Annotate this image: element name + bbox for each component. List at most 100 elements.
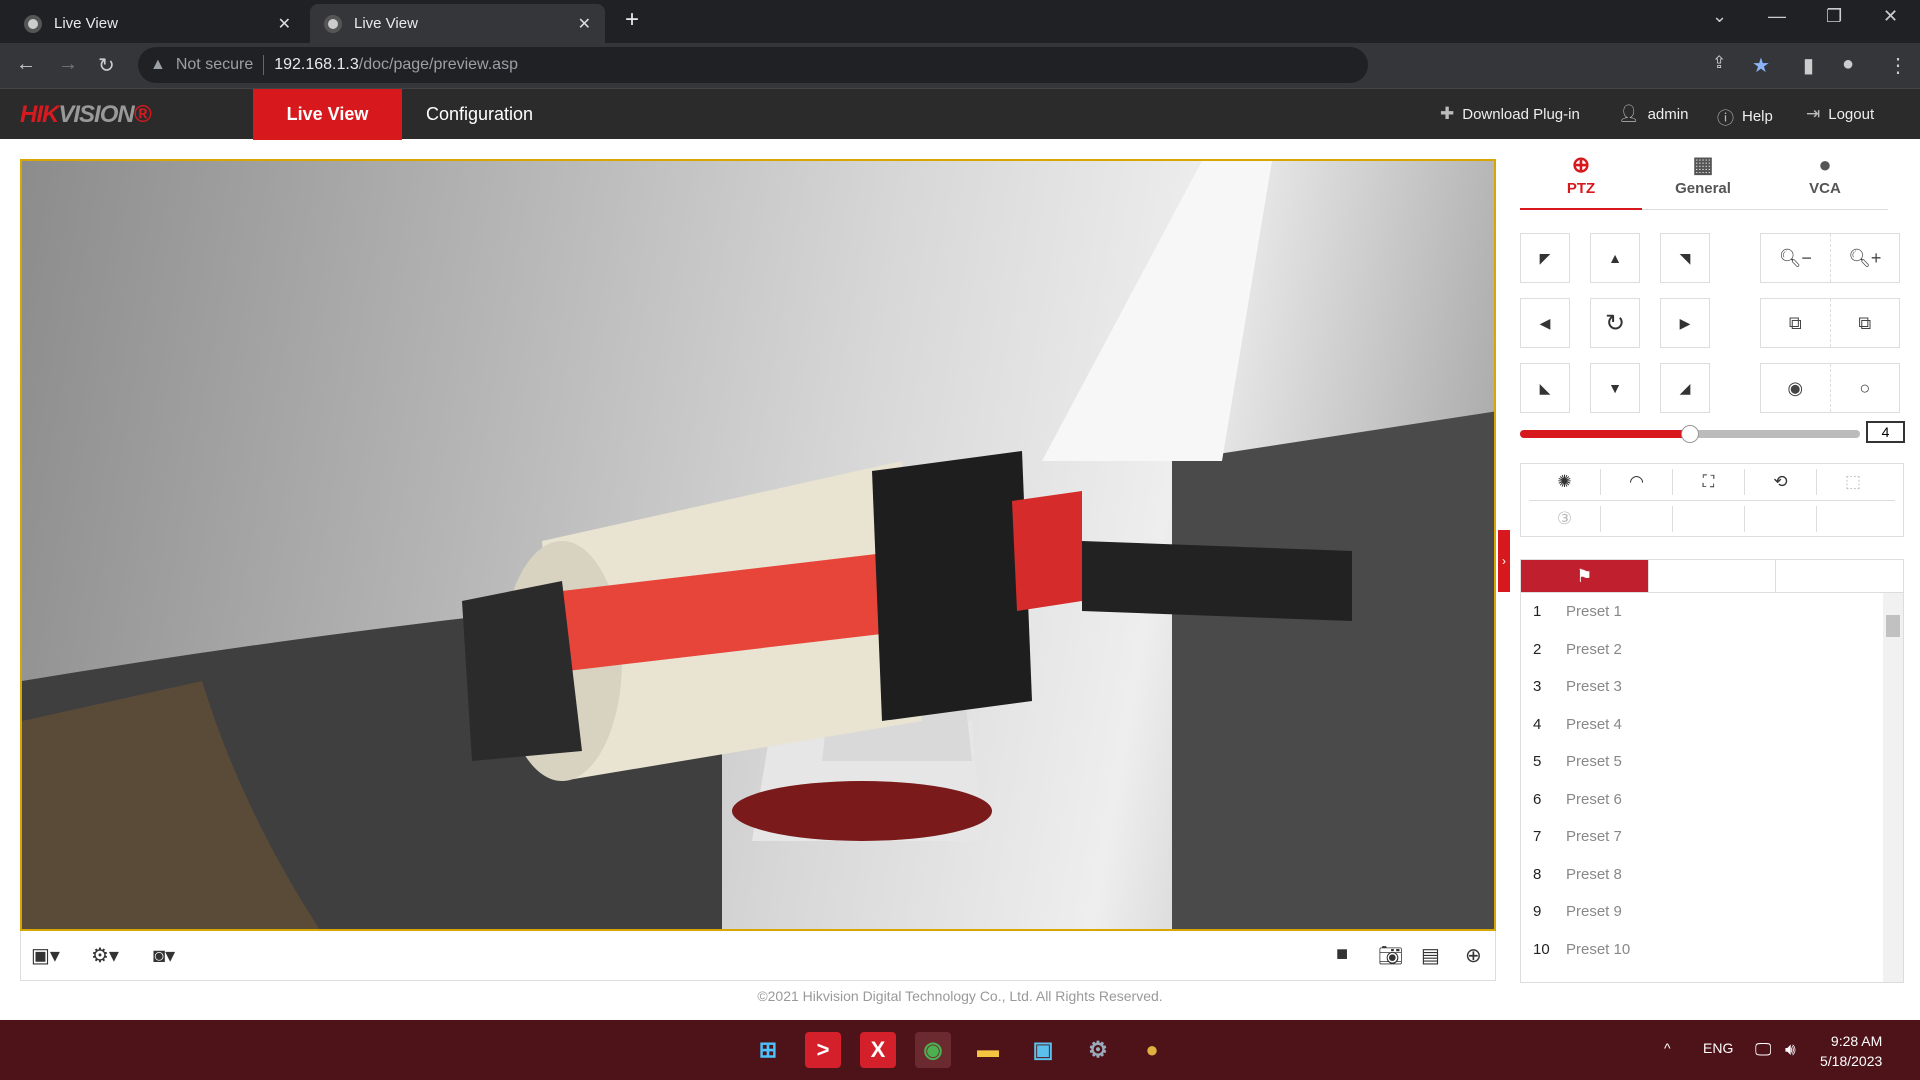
preset-number: 2 <box>1533 640 1542 658</box>
language-indicator[interactable]: ENG <box>1703 1040 1733 1056</box>
preset-item[interactable]: 5 Preset 5 <box>1521 743 1903 781</box>
ptz-speed-slider[interactable] <box>1520 425 1860 443</box>
logout-link[interactable]: ⇥ Logout <box>1806 104 1874 124</box>
pan-up-right-button[interactable]: ◥ <box>1660 233 1710 283</box>
tray-overflow-icon[interactable]: ^ <box>1664 1040 1671 1056</box>
network-icon[interactable]: 🖵︎ <box>1755 1040 1771 1060</box>
ptz-icon: ⊕ <box>1571 152 1591 177</box>
url-input[interactable]: ▲ Not secure 192.168.1.3/doc/page/previe… <box>138 47 1368 83</box>
preset-item[interactable]: 1 Preset 1 <box>1521 593 1903 631</box>
start-icon[interactable]: ⊞ <box>750 1032 786 1068</box>
help-link[interactable]: ⓘ Help <box>1717 104 1773 129</box>
iris-close-icon[interactable]: ○ <box>1831 364 1900 412</box>
pan-down-right-button[interactable]: ◢ <box>1660 363 1710 413</box>
preset-item[interactable]: 4 Preset 4 <box>1521 706 1903 744</box>
wiper-icon[interactable]: ◠ <box>1601 469 1673 495</box>
menu-icon[interactable]: ⋮ <box>1888 53 1908 78</box>
reload-button[interactable]: ↻ <box>98 53 115 78</box>
preset-tab-flag-icon[interactable]: ⚑ <box>1521 560 1648 592</box>
bookmark-star-icon[interactable]: ★ <box>1752 53 1770 78</box>
preset-label: Preset 8 <box>1566 865 1622 883</box>
new-tab-button[interactable]: + <box>625 6 639 34</box>
download-plugin-link[interactable]: ✚ Download Plug-in <box>1440 104 1580 124</box>
digital-zoom-icon[interactable]: ⊕ <box>1465 943 1482 968</box>
preset-number: 4 <box>1533 715 1542 733</box>
forward-button[interactable]: → <box>58 53 78 76</box>
preset-item[interactable]: 3 Preset 3 <box>1521 668 1903 706</box>
close-window-button[interactable]: ✕ <box>1883 6 1898 27</box>
tab-vca[interactable]: ● VCA <box>1764 150 1886 210</box>
patrol-tab[interactable] <box>1647 560 1776 592</box>
app-icon[interactable]: > <box>805 1032 841 1068</box>
stream-type-icon[interactable]: ⚙▾ <box>91 943 119 968</box>
tab-general[interactable]: ▦ General <box>1642 150 1764 210</box>
camera-favicon-icon <box>24 14 42 33</box>
preset-item[interactable]: 8 Preset 8 <box>1521 856 1903 894</box>
focus-near-icon[interactable]: ⧉ <box>1761 299 1831 347</box>
light-icon[interactable]: ✺ <box>1529 469 1601 495</box>
preset-label: Preset 2 <box>1566 640 1622 658</box>
rendering-mode-icon[interactable]: ◙▾ <box>153 943 175 968</box>
pan-down-button[interactable]: ▼ <box>1590 363 1640 413</box>
iris-open-icon[interactable]: ◉ <box>1761 364 1831 412</box>
restore-button[interactable]: ❐ <box>1826 6 1842 27</box>
live-video-feed[interactable] <box>20 159 1496 931</box>
lens-init-icon[interactable]: ⟲ <box>1745 469 1817 495</box>
zoom-in-icon[interactable]: 🔍︎+ <box>1831 234 1900 282</box>
minimize-button[interactable]: — <box>1768 6 1786 27</box>
record-icon[interactable]: ▤ <box>1421 943 1440 968</box>
preset-number: 7 <box>1533 828 1542 846</box>
pan-up-button[interactable]: ▲ <box>1590 233 1640 283</box>
browser-tab[interactable]: Live View ✕ <box>10 4 305 43</box>
user-link[interactable]: 👤︎ admin <box>1618 104 1688 124</box>
collapse-panel-button[interactable]: › <box>1498 530 1510 592</box>
slider-handle[interactable] <box>1681 425 1699 443</box>
close-tab-icon[interactable]: ✕ <box>278 14 291 34</box>
file-explorer-icon[interactable]: ▬ <box>970 1032 1006 1068</box>
auto-focus-icon[interactable]: ⛶ <box>1673 469 1745 495</box>
preset-number: 5 <box>1533 753 1542 771</box>
back-button[interactable]: ← <box>16 53 36 76</box>
auto-pan-button[interactable]: ↻ <box>1590 298 1640 348</box>
preset-item[interactable]: 9 Preset 9 <box>1521 893 1903 931</box>
pan-left-button[interactable]: ◀ <box>1520 298 1570 348</box>
control-panel-icon[interactable]: ▣ <box>1025 1032 1061 1068</box>
aux-focus-icon[interactable]: ⬚ <box>1817 469 1889 495</box>
security-label[interactable]: Not secure <box>176 56 253 74</box>
pan-right-button[interactable]: ▶ <box>1660 298 1710 348</box>
nav-live-view[interactable]: Live View <box>253 89 402 140</box>
settings-icon[interactable]: ⚙ <box>1080 1032 1116 1068</box>
preset-item[interactable]: 2 Preset 2 <box>1521 631 1903 669</box>
preset-label: Preset 5 <box>1566 753 1622 771</box>
capture-icon[interactable]: 📷︎ <box>1378 943 1403 968</box>
window-layout-icon[interactable]: ▣▾ <box>31 943 60 968</box>
preset-number: 3 <box>1533 678 1542 696</box>
preset-item[interactable]: 10 Preset 10 <box>1521 931 1903 969</box>
browser-tab-active[interactable]: Live View ✕ <box>310 4 605 43</box>
app-header: HIKVISION® Live View Configuration ✚ Down… <box>0 88 1920 140</box>
ptz-function-box: ✺ ◠ ⛶ ⟲ ⬚ ③ <box>1520 463 1904 537</box>
close-tab-icon[interactable]: ✕ <box>578 14 591 34</box>
preset-item[interactable]: 6 Preset 6 <box>1521 781 1903 819</box>
clock[interactable]: 9:28 AM 5/18/2023 <box>1820 1031 1882 1071</box>
pan-down-left-button[interactable]: ◣ <box>1520 363 1570 413</box>
share-icon[interactable]: ⇪ <box>1712 53 1726 73</box>
pan-up-left-button[interactable]: ◤ <box>1520 233 1570 283</box>
zoom-out-icon[interactable]: 🔍︎− <box>1761 234 1831 282</box>
xmind-icon[interactable]: X <box>860 1032 896 1068</box>
pattern-tab[interactable] <box>1775 560 1903 592</box>
volume-icon[interactable]: 🔊︎ <box>1785 1040 1796 1060</box>
nav-configuration[interactable]: Configuration <box>402 89 557 140</box>
puzzle-icon: ✚ <box>1440 104 1455 123</box>
3d-zoom-icon[interactable]: ③ <box>1529 506 1601 532</box>
chrome-icon[interactable]: ◉ <box>915 1032 951 1068</box>
focus-far-icon[interactable]: ⧉ <box>1831 299 1900 347</box>
preset-scrollbar[interactable] <box>1883 593 1903 982</box>
profile-icon[interactable]: ● <box>1842 53 1854 76</box>
tab-search-icon[interactable]: ⌄ <box>1712 6 1727 27</box>
preset-item[interactable]: 7 Preset 7 <box>1521 818 1903 856</box>
stop-live-view-icon[interactable]: ■ <box>1336 943 1348 966</box>
side-panel-icon[interactable]: ▮ <box>1803 53 1814 78</box>
app-globe-icon[interactable]: ● <box>1134 1032 1170 1068</box>
tab-ptz[interactable]: ⊕ PTZ <box>1520 150 1642 210</box>
